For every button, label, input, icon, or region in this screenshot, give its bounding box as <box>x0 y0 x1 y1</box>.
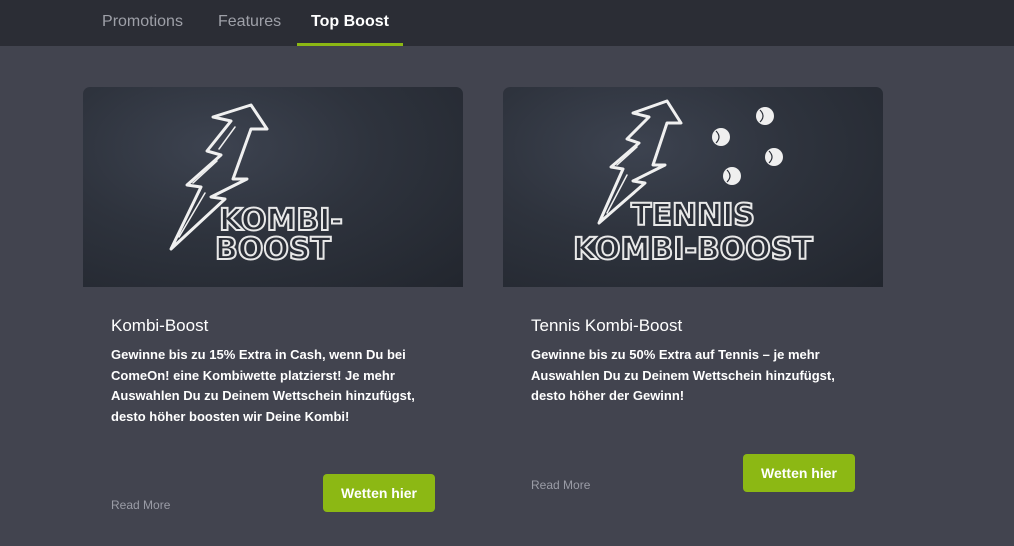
card-description: Gewinne bis zu 15% Extra in Cash, wenn D… <box>111 347 415 424</box>
tennis-kombi-boost-banner-image: TENNIS KOMBI-BOOST <box>503 87 883 287</box>
read-more-link[interactable]: Read More <box>531 478 590 492</box>
read-more-link[interactable]: Read More <box>111 498 170 512</box>
tab-promotions[interactable]: Promotions <box>99 0 186 46</box>
bet-here-button[interactable]: Wetten hier <box>323 474 435 512</box>
tennis-ball-icon <box>712 107 783 185</box>
card-description: Gewinne bis zu 50% Extra auf Tennis – je… <box>531 347 835 403</box>
banner-text-line-2: BOOST <box>215 232 331 267</box>
tab-features[interactable]: Features <box>218 0 281 46</box>
bet-here-button[interactable]: Wetten hier <box>743 454 855 492</box>
kombi-boost-banner-image: KOMBI- BOOST <box>83 87 463 287</box>
card-title: Kombi-Boost <box>111 316 209 335</box>
card-title: Tennis Kombi-Boost <box>531 316 683 335</box>
banner-text-line-1: TENNIS <box>631 198 755 233</box>
tab-top-boost[interactable]: Top Boost <box>297 0 403 46</box>
top-navigation: Promotions Features Top Boost <box>0 0 1014 46</box>
banner-text-line-2: KOMBI-BOOST <box>573 232 813 267</box>
